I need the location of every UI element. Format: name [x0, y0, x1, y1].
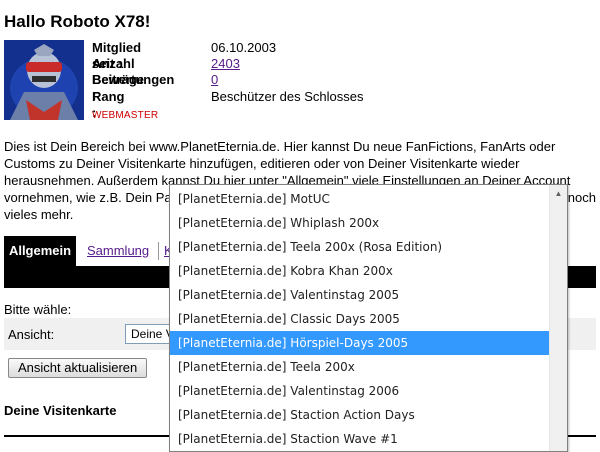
rank-value: Beschützer des Schlosses [211, 89, 364, 104]
member-since-value: 06.10.2003 [211, 40, 277, 55]
dropdown-option[interactable]: [PlanetEternia.de] Teela 200x [170, 355, 549, 379]
dropdown-option[interactable]: [PlanetEternia.de] Staction Wave #1 [170, 427, 549, 451]
ratings-link[interactable]: 0 [211, 72, 218, 87]
intro-line: Dies ist Dein Bereich bei www.PlanetEter… [4, 139, 556, 154]
post-count-link[interactable]: 2403 [211, 56, 240, 71]
tab-divider [158, 242, 159, 260]
intro-line-part: vornehmen, wie z.B. Dein Pa [4, 190, 172, 205]
update-view-button[interactable]: Ansicht aktualisieren [8, 358, 148, 378]
scroll-up-arrow-icon[interactable]: ▲ [550, 185, 567, 202]
dropdown-option[interactable]: [PlanetEternia.de] MotUC [170, 187, 549, 211]
intro-line-part: noch [567, 190, 596, 205]
dropdown-option[interactable]: [PlanetEternia.de] Whiplash 200x [170, 211, 549, 235]
dropdown-option[interactable]: [PlanetEternia.de] Classic Days 2005 [170, 307, 549, 331]
view-label: Ansicht: [8, 327, 55, 342]
card-title: Deine Visitenkarte [4, 403, 117, 418]
page-title: Hallo Roboto X78! [4, 12, 151, 31]
tab-sammlung[interactable]: Sammlung [87, 236, 149, 266]
intro-line: Customs zu Deiner Visitenkarte hinzufüge… [4, 156, 520, 171]
choose-label: Bitte wähle: [4, 302, 72, 317]
dropdown-option[interactable]: [PlanetEternia.de] Valentinstag 2006 [170, 379, 549, 403]
robot-avatar-image [4, 40, 84, 120]
dropdown-scrollbar[interactable]: ▲ [549, 185, 567, 451]
dropdown-option[interactable]: [PlanetEternia.de] Kobra Khan 200x [170, 259, 549, 283]
dropdown-option[interactable]: [PlanetEternia.de] Teela 200x (Rosa Edit… [170, 235, 549, 259]
dropdown-option[interactable]: [PlanetEternia.de] Valentinstag 2005 [170, 283, 549, 307]
role-badge: WEBMASTER [92, 110, 159, 121]
dropdown-option[interactable]: [PlanetEternia.de] Staction Action Days [170, 403, 549, 427]
view-dropdown-list[interactable]: [PlanetEternia.de] MotUC [PlanetEternia.d… [169, 184, 568, 452]
tab-allgemein[interactable]: Allgemein [4, 236, 76, 288]
avatar [4, 40, 84, 120]
dropdown-option-selected[interactable]: [PlanetEternia.de] Hörspiel-Days 2005 [170, 331, 549, 355]
